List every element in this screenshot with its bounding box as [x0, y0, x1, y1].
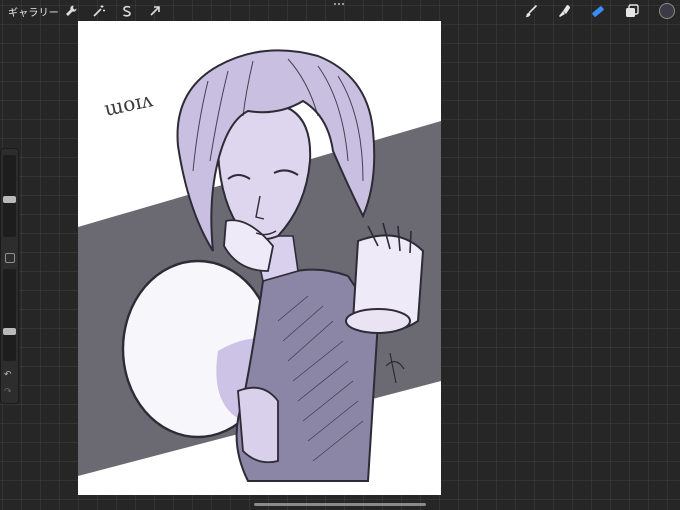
home-indicator	[254, 503, 426, 506]
wrench-icon[interactable]	[64, 4, 78, 18]
layers-icon[interactable]	[624, 3, 640, 19]
opacity-slider[interactable]	[3, 269, 16, 361]
undo-button[interactable]: ↶	[4, 370, 12, 380]
drawing-canvas[interactable]: ɯoɪʌ	[78, 21, 441, 495]
sleeve-cuff	[345, 308, 411, 334]
left-sidebar: ↶ ↷	[1, 149, 18, 403]
more-options-icon[interactable]	[334, 3, 346, 9]
opacity-knob[interactable]	[3, 328, 16, 335]
magic-wand-icon[interactable]	[92, 4, 106, 18]
brush-size-slider[interactable]	[3, 155, 16, 237]
gallery-button[interactable]: ギャラリー	[8, 4, 59, 19]
brush-size-knob[interactable]	[3, 196, 16, 203]
artwork: ɯoɪʌ	[78, 49, 441, 482]
transform-arrow-icon[interactable]	[148, 4, 162, 18]
smudge-icon[interactable]	[556, 3, 572, 19]
lower-hand	[237, 386, 279, 464]
color-picker-button[interactable]	[659, 3, 675, 19]
modify-button[interactable]	[5, 253, 15, 263]
brush-icon[interactable]	[523, 3, 539, 19]
redo-button[interactable]: ↷	[4, 387, 12, 397]
eraser-icon[interactable]	[590, 3, 606, 19]
signature-text: ɯoɪʌ	[102, 87, 155, 121]
selection-icon[interactable]	[120, 4, 134, 18]
